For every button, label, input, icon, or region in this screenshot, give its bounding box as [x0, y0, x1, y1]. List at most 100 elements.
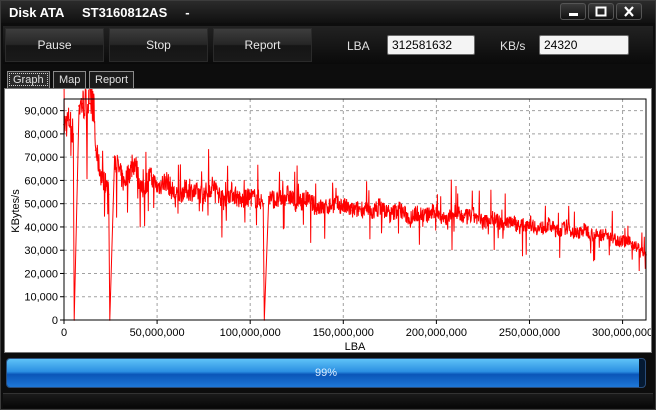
data-point — [107, 193, 110, 196]
data-point — [240, 200, 242, 203]
y-tick-label: 60,000 — [24, 175, 58, 187]
data-point — [323, 207, 326, 210]
data-point — [305, 198, 307, 200]
data-point — [94, 149, 97, 151]
y-tick-label: 30,000 — [24, 245, 58, 257]
data-point — [547, 223, 549, 226]
app-window: Disk ATA ST3160812AS - Pause Stop Report… — [0, 0, 656, 410]
tab-report[interactable]: Report — [89, 71, 135, 88]
data-point — [370, 212, 373, 214]
minimize-icon — [569, 13, 578, 16]
data-point — [519, 226, 521, 228]
data-point — [435, 209, 438, 212]
data-point — [78, 105, 80, 107]
data-point — [500, 223, 503, 226]
data-point — [133, 161, 136, 163]
data-point — [230, 191, 233, 193]
data-point — [407, 216, 410, 219]
data-point — [268, 195, 270, 198]
data-point — [81, 102, 84, 105]
data-point — [333, 202, 335, 205]
series-trace — [63, 89, 647, 321]
y-tick-label: 80,000 — [24, 129, 58, 141]
x-tick-label: 200,000,000 — [406, 327, 467, 339]
data-point — [528, 221, 531, 224]
data-point — [379, 205, 382, 207]
data-point — [113, 156, 116, 158]
lba-field[interactable]: 312581632 — [387, 35, 475, 55]
data-point — [68, 119, 71, 121]
y-tick-label: 0 — [52, 315, 58, 327]
x-tick-label: 150,000,000 — [313, 327, 374, 339]
data-point — [342, 205, 345, 207]
data-point — [612, 237, 615, 240]
data-point — [314, 205, 317, 207]
data-point — [100, 174, 103, 177]
data-point — [184, 188, 186, 191]
maximize-icon — [595, 6, 607, 17]
data-point — [389, 214, 391, 217]
data-point — [556, 230, 559, 233]
data-point — [491, 216, 494, 219]
data-point — [444, 219, 447, 221]
data-point — [92, 105, 95, 107]
data-point — [202, 193, 205, 196]
data-point — [463, 216, 466, 219]
speed-chart: 0 10,000 20,000 30,000 40,000 50,000 60,000 70,… — [10, 89, 651, 352]
status-bar — [3, 393, 653, 408]
title-bar[interactable]: Disk ATA ST3160812AS - — [1, 1, 655, 23]
data-point — [584, 228, 587, 231]
pause-button[interactable]: Pause — [5, 28, 104, 62]
y-tick-label: 70,000 — [24, 152, 58, 164]
data-point — [156, 186, 158, 189]
data-point — [212, 184, 214, 186]
graph-panel: 0 10,000 20,000 30,000 40,000 50,000 60,000 70,… — [4, 88, 652, 353]
data-point — [426, 214, 428, 217]
progress-text: 99% — [314, 367, 338, 379]
data-point — [148, 174, 151, 177]
y-tick-label: 90,000 — [24, 106, 58, 118]
window-title: Disk ATA ST3160812AS - — [9, 5, 190, 20]
data-point — [361, 207, 363, 210]
tab-map[interactable]: Map — [53, 71, 87, 88]
data-point — [537, 228, 540, 231]
data-point — [565, 226, 568, 228]
report-button[interactable]: Report — [213, 28, 312, 62]
y-tick-label: 10,000 — [24, 292, 58, 304]
data-point — [277, 200, 279, 203]
data-point — [72, 133, 75, 135]
minimize-button[interactable] — [560, 3, 586, 20]
tab-graph[interactable]: Graph — [7, 71, 50, 88]
x-tick-label: 300,000,000 — [592, 327, 651, 339]
y-tick-label: 50,000 — [24, 199, 58, 211]
data-point — [141, 191, 144, 193]
kbs-field[interactable]: 24320 — [539, 35, 629, 55]
stop-button[interactable]: Stop — [109, 28, 208, 62]
data-point — [575, 233, 577, 235]
data-point — [640, 249, 642, 252]
data-point — [351, 209, 354, 212]
x-axis-label: LBA — [345, 341, 366, 352]
data-point — [603, 233, 605, 235]
x-tick-label: 100,000,000 — [220, 327, 281, 339]
data-point — [286, 193, 289, 196]
lba-label: LBA — [347, 39, 370, 53]
data-point — [416, 212, 419, 214]
data-point — [106, 184, 108, 186]
data-point — [295, 202, 298, 205]
data-point — [631, 242, 633, 245]
data-point — [482, 221, 484, 224]
data-point — [454, 212, 456, 214]
close-button[interactable] — [616, 3, 642, 20]
toolbar: Pause Stop Report LBA 312581632 KB/s 243… — [3, 26, 653, 64]
data-point — [221, 198, 224, 200]
progress-bar: 99% — [6, 358, 646, 388]
x-tick-label: 50,000,000 — [130, 327, 185, 339]
maximize-button[interactable] — [588, 3, 614, 20]
data-point — [593, 235, 596, 238]
data-point — [472, 214, 475, 217]
kbs-label: KB/s — [500, 39, 526, 53]
y-tick-label: 40,000 — [24, 222, 58, 234]
x-tick-label: 0 — [61, 327, 67, 339]
data-point — [262, 202, 265, 205]
